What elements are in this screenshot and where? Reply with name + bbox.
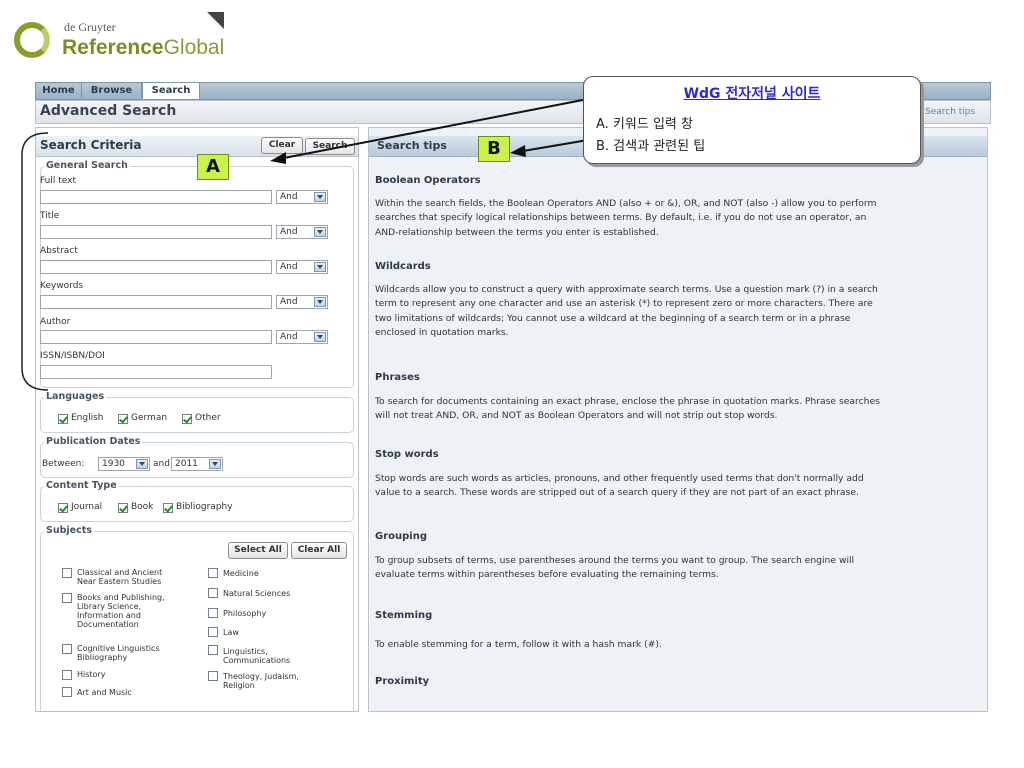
- bracket-line: [21, 132, 49, 391]
- arrow-line-a: [283, 98, 589, 159]
- arrow-line-b: [522, 139, 589, 152]
- callout-line-a: A. 키워드 입력 창: [596, 117, 693, 132]
- callout-title[interactable]: WdG 전자저널 사이트: [584, 83, 920, 103]
- arrowhead-a-icon: [270, 152, 286, 164]
- callout-line-b: B. 검색과 관련된 팁: [596, 139, 706, 154]
- callout-box: WdG 전자저널 사이트 A. 키워드 입력 창 B. 검색과 관련된 팁: [583, 76, 921, 164]
- arrowhead-b-icon: [510, 145, 526, 157]
- badge-a: A: [197, 154, 229, 180]
- badge-b: B: [478, 136, 510, 162]
